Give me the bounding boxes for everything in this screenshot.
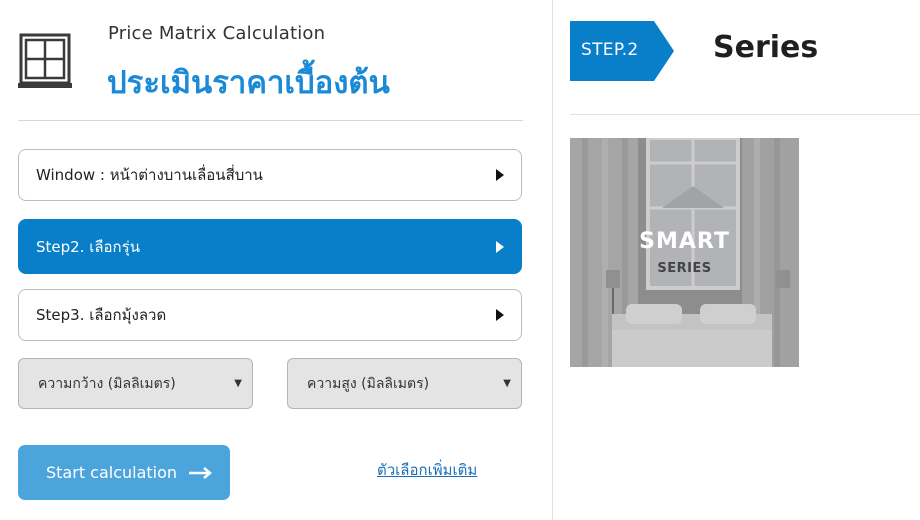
chevron-right-icon (496, 309, 504, 321)
chevron-right-icon (496, 240, 504, 253)
page-subtitle: Price Matrix Calculation (108, 23, 326, 44)
step-select-screen[interactable]: Step3. เลือกมุ้งลวด (18, 289, 522, 341)
start-calculation-button[interactable]: Start calculation (18, 445, 230, 500)
step-label: Window : หน้าต่างบานเลื่อนสี่บาน (36, 166, 263, 184)
chevron-right-icon (496, 169, 504, 181)
series-card-title: SMART (639, 229, 730, 254)
height-select[interactable]: ความสูง (มิลลิเมตร) ▼ (287, 358, 522, 409)
height-select-label: ความสูง (มิลลิเมตร) (307, 375, 430, 392)
width-select[interactable]: ความกว้าง (มิลลิเมตร) ▼ (18, 358, 253, 409)
step-label: Step2. เลือกรุ่น (36, 237, 140, 256)
step-badge-label: STEP.2 (581, 40, 639, 60)
step-window-type[interactable]: Window : หน้าต่างบานเลื่อนสี่บาน (18, 149, 522, 201)
series-card-smart[interactable]: SMART SERIES (570, 138, 799, 367)
page-title: ประเมินราคาเบื้องต้น (107, 65, 390, 101)
more-options-link[interactable]: ตัวเลือกเพิ่มเติม (377, 458, 477, 482)
step-select-series[interactable]: Step2. เลือกรุ่น (18, 219, 522, 274)
step-label: Step3. เลือกมุ้งลวด (36, 306, 167, 324)
width-select-label: ความกว้าง (มิลลิเมตร) (38, 375, 176, 392)
series-card-subtitle: SERIES (657, 261, 712, 276)
arrow-right-icon (189, 466, 213, 479)
caret-down-icon: ▼ (234, 378, 242, 389)
window-icon (18, 33, 72, 88)
caret-down-icon: ▼ (503, 378, 511, 389)
right-divider (570, 114, 920, 115)
series-heading: Series (713, 30, 819, 65)
header-divider (18, 120, 523, 121)
start-calculation-label: Start calculation (46, 463, 178, 482)
panel-divider (552, 0, 553, 520)
calculator-panel: Price Matrix Calculation ประเมินราคาเบื้… (0, 0, 552, 520)
